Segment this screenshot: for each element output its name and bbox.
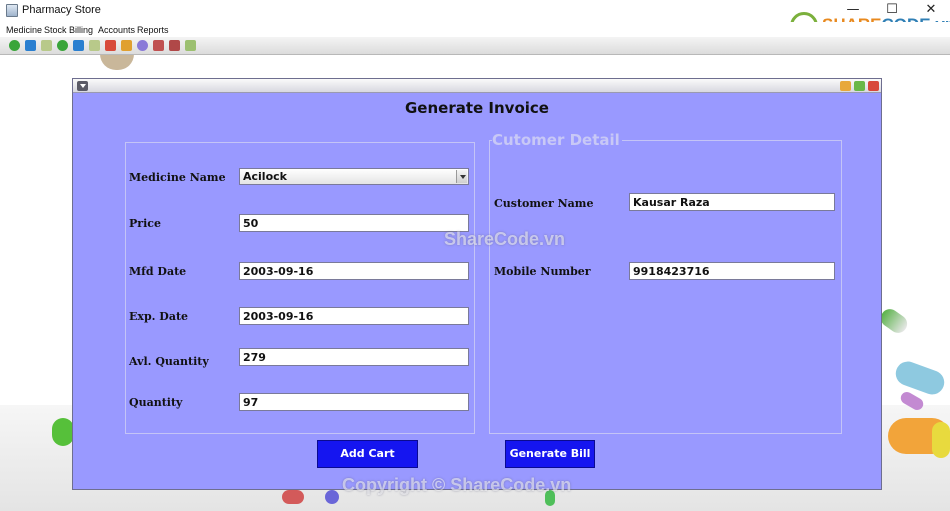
mfd-date-label: Mfd Date [129, 265, 187, 278]
menu-accounts[interactable]: Accounts [98, 25, 135, 35]
table-icon[interactable] [89, 40, 100, 51]
add-icon[interactable] [57, 40, 68, 51]
invoice-internal-frame: Generate Invoice Medicine Name Acilock P… [72, 78, 882, 490]
window-title: Pharmacy Store [22, 4, 101, 16]
search-icon[interactable] [73, 40, 84, 51]
add-icon[interactable] [9, 40, 20, 51]
avl-quantity-label: Avl. Quantity [129, 355, 209, 368]
customer-name-label: Customer Name [494, 197, 594, 210]
mobile-number-label: Mobile Number [494, 265, 591, 278]
frame-maximize-button[interactable] [854, 81, 865, 91]
price-field[interactable]: 50 [239, 214, 469, 232]
watermark-center: ShareCode.vn [444, 229, 566, 249]
menu-reports[interactable]: Reports [137, 25, 169, 35]
chevron-down-icon[interactable] [456, 170, 467, 183]
table-icon[interactable] [41, 40, 52, 51]
price-label: Price [129, 217, 161, 230]
medicine-details-panel [125, 142, 475, 434]
exp-date-label: Exp. Date [129, 310, 189, 323]
mobile-number-field[interactable]: 9918423716 [629, 262, 835, 280]
pill-decoration [325, 490, 339, 504]
exp-date-field[interactable]: 2003-09-16 [239, 307, 469, 325]
mfd-date-field[interactable]: 2003-09-16 [239, 262, 469, 280]
customer-detail-legend: Cutomer Detail [492, 131, 622, 149]
toolbar [0, 37, 950, 55]
menubar: Medicine Stock Billing Accounts Reports [0, 22, 950, 37]
menu-billing[interactable]: Billing [69, 25, 93, 35]
clipboard-icon[interactable] [169, 40, 180, 51]
chart-icon[interactable] [105, 40, 116, 51]
internal-frame-titlebar [73, 79, 881, 93]
pill-decoration [52, 418, 74, 446]
medicine-name-value: Acilock [243, 170, 287, 183]
page-title: Generate Invoice [405, 99, 549, 117]
person-icon[interactable] [121, 40, 132, 51]
globe-icon[interactable] [137, 40, 148, 51]
add-cart-button[interactable]: Add Cart [317, 440, 418, 468]
medicine-name-label: Medicine Name [129, 171, 226, 184]
customer-detail-panel [489, 140, 842, 434]
avl-quantity-field[interactable]: 279 [239, 348, 469, 366]
generate-bill-button[interactable]: Generate Bill [505, 440, 595, 468]
table-icon[interactable] [185, 40, 196, 51]
medicine-name-select[interactable]: Acilock [239, 168, 469, 185]
java-app-icon [6, 4, 18, 17]
menu-medicine[interactable]: Medicine [6, 25, 42, 35]
frame-menu-icon[interactable] [77, 81, 88, 91]
customer-name-field[interactable]: Kausar Raza [629, 193, 835, 211]
quantity-label: Quantity [129, 396, 183, 409]
pill-decoration [282, 490, 304, 504]
pill-decoration [892, 358, 948, 398]
pill-decoration [932, 422, 950, 458]
search-icon[interactable] [25, 40, 36, 51]
pill-decoration [100, 54, 134, 70]
pill-decoration [877, 305, 911, 337]
menu-stock[interactable]: Stock [44, 25, 67, 35]
clipboard-icon[interactable] [153, 40, 164, 51]
frame-close-button[interactable] [868, 81, 879, 91]
quantity-field[interactable]: 97 [239, 393, 469, 411]
watermark-bottom: Copyright © ShareCode.vn [342, 475, 572, 495]
frame-minimize-button[interactable] [840, 81, 851, 91]
